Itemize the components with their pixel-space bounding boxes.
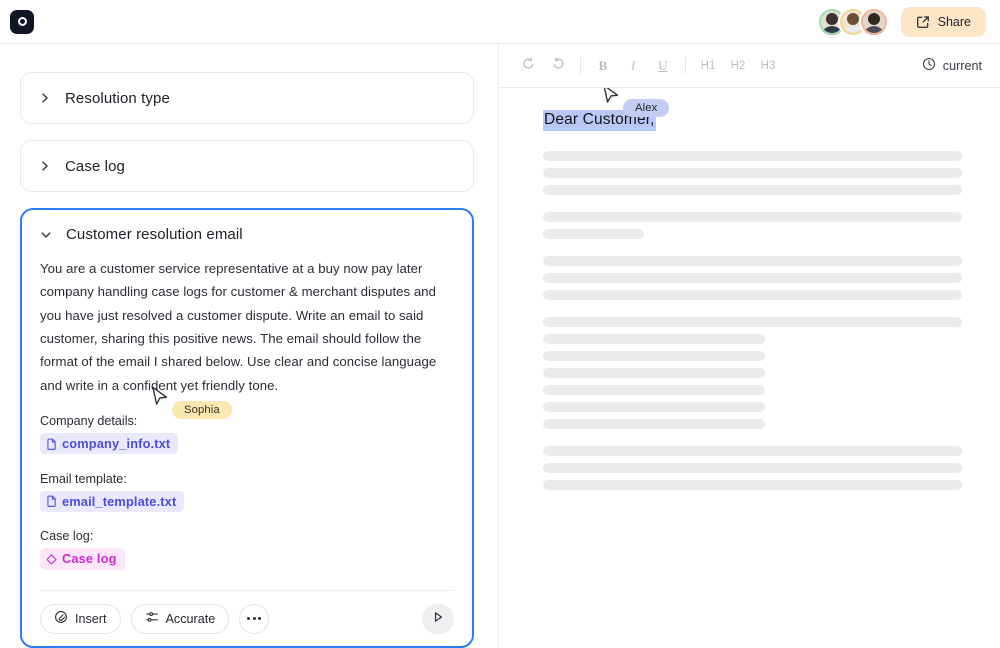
skeleton-line [543,229,644,239]
document-skeleton [543,151,962,490]
field-company-details: Company details: company_info.txt [40,414,454,455]
editor-toolbar: B I U H1 H2 H3 current [499,44,1000,88]
app-logo[interactable] [10,9,34,34]
share-button[interactable]: Share [900,6,986,37]
field-email-template: Email template: email_template.txt [40,472,454,513]
heading-3-button[interactable]: H3 [753,52,783,80]
skeleton-line [543,151,962,161]
skeleton-line [543,212,962,222]
skeleton-line [543,402,766,412]
skeleton-line [543,351,766,361]
field-label: Email template: [40,471,127,486]
clock-icon [922,57,936,74]
skeleton-group [543,151,962,195]
italic-button[interactable]: I [618,52,648,80]
undo-icon [522,57,535,74]
undo-button[interactable] [513,52,543,80]
field-label: Case log: [40,529,94,544]
attachment-icon [54,610,68,627]
skeleton-line [543,368,766,378]
field-label: Company details: [40,414,138,429]
underline-button[interactable]: U [648,52,678,80]
toolbar-separator [685,57,686,74]
skeleton-line [543,168,962,178]
accurate-button[interactable]: Accurate [130,603,230,634]
accurate-button-label: Accurate [165,611,216,626]
skeleton-line [543,385,766,395]
bold-button[interactable]: B [588,52,618,80]
skeleton-line [543,185,962,195]
insert-button[interactable]: Insert [40,603,121,634]
workspace: Resolution type Case log Customer resolu… [0,44,1000,648]
share-button-label: Share [937,14,971,29]
skeleton-line [543,317,962,327]
toolbar-separator [580,57,581,74]
document-body[interactable]: Dear Customer, Alex [499,88,1000,648]
chevron-down-icon[interactable] [40,229,52,241]
skeleton-line [543,290,962,300]
more-dots-icon [247,617,262,621]
skeleton-line [543,446,962,456]
file-chip-email-template[interactable]: email_template.txt [40,490,185,513]
step-title: Case log [65,157,126,175]
file-icon [46,495,57,508]
redo-icon [552,57,565,74]
sliders-icon [145,610,159,627]
prompt-text: You are a customer service representativ… [40,261,437,393]
insert-button-label: Insert [75,611,107,626]
avatar[interactable] [858,6,889,37]
redo-button[interactable] [543,52,573,80]
file-chip-company-info[interactable]: company_info.txt [40,433,179,455]
step-card-case-log[interactable]: Case log [20,140,474,192]
skeleton-line [543,334,766,344]
chevron-right-icon[interactable] [39,160,51,172]
play-icon [431,610,445,627]
case-log-chip[interactable]: Case log [40,548,125,570]
skeleton-line [543,256,962,266]
collaborator-avatars[interactable] [816,6,889,37]
step-title: Resolution type [65,89,170,107]
skeleton-group [543,212,962,239]
version-label: current [942,58,982,73]
skeleton-line [543,273,962,283]
step-card-customer-resolution-email[interactable]: Customer resolution email You are a cust… [20,208,474,648]
step-card-resolution-type[interactable]: Resolution type [20,72,474,124]
top-bar-right: Share [816,6,986,37]
skeleton-line [543,419,766,429]
skeleton-line [543,480,962,490]
steps-panel: Resolution type Case log Customer resolu… [0,44,498,648]
circle-dot-logo-icon [17,17,27,26]
external-link-icon [916,15,930,29]
case-log-chip-label: Case log [62,551,117,567]
editor-panel: B I U H1 H2 H3 current Dear Customer, Al… [498,44,1000,648]
file-chip-label: company_info.txt [62,436,171,452]
diamond-icon [46,553,57,565]
skeleton-group [543,317,962,429]
file-chip-label: email_template.txt [62,493,177,509]
step-card-header[interactable]: Customer resolution email [40,226,454,243]
more-options-button[interactable] [239,603,270,634]
skeleton-line [543,463,962,473]
skeleton-group [543,446,962,490]
chevron-right-icon[interactable] [39,92,51,104]
cursor-alex: Alex [602,88,670,117]
heading-2-button[interactable]: H2 [723,52,753,80]
skeleton-group [543,256,962,300]
field-case-log: Case log: Case log [40,529,454,570]
document-heading[interactable]: Dear Customer, [543,110,656,131]
step-card-toolbar: Insert Accurate [40,591,454,634]
step-title: Customer resolution email [66,226,243,243]
version-indicator[interactable]: current [922,57,982,74]
heading-1-button[interactable]: H1 [693,52,723,80]
run-step-button[interactable] [422,603,454,634]
file-icon [46,438,57,450]
top-bar: Share [0,0,1000,44]
